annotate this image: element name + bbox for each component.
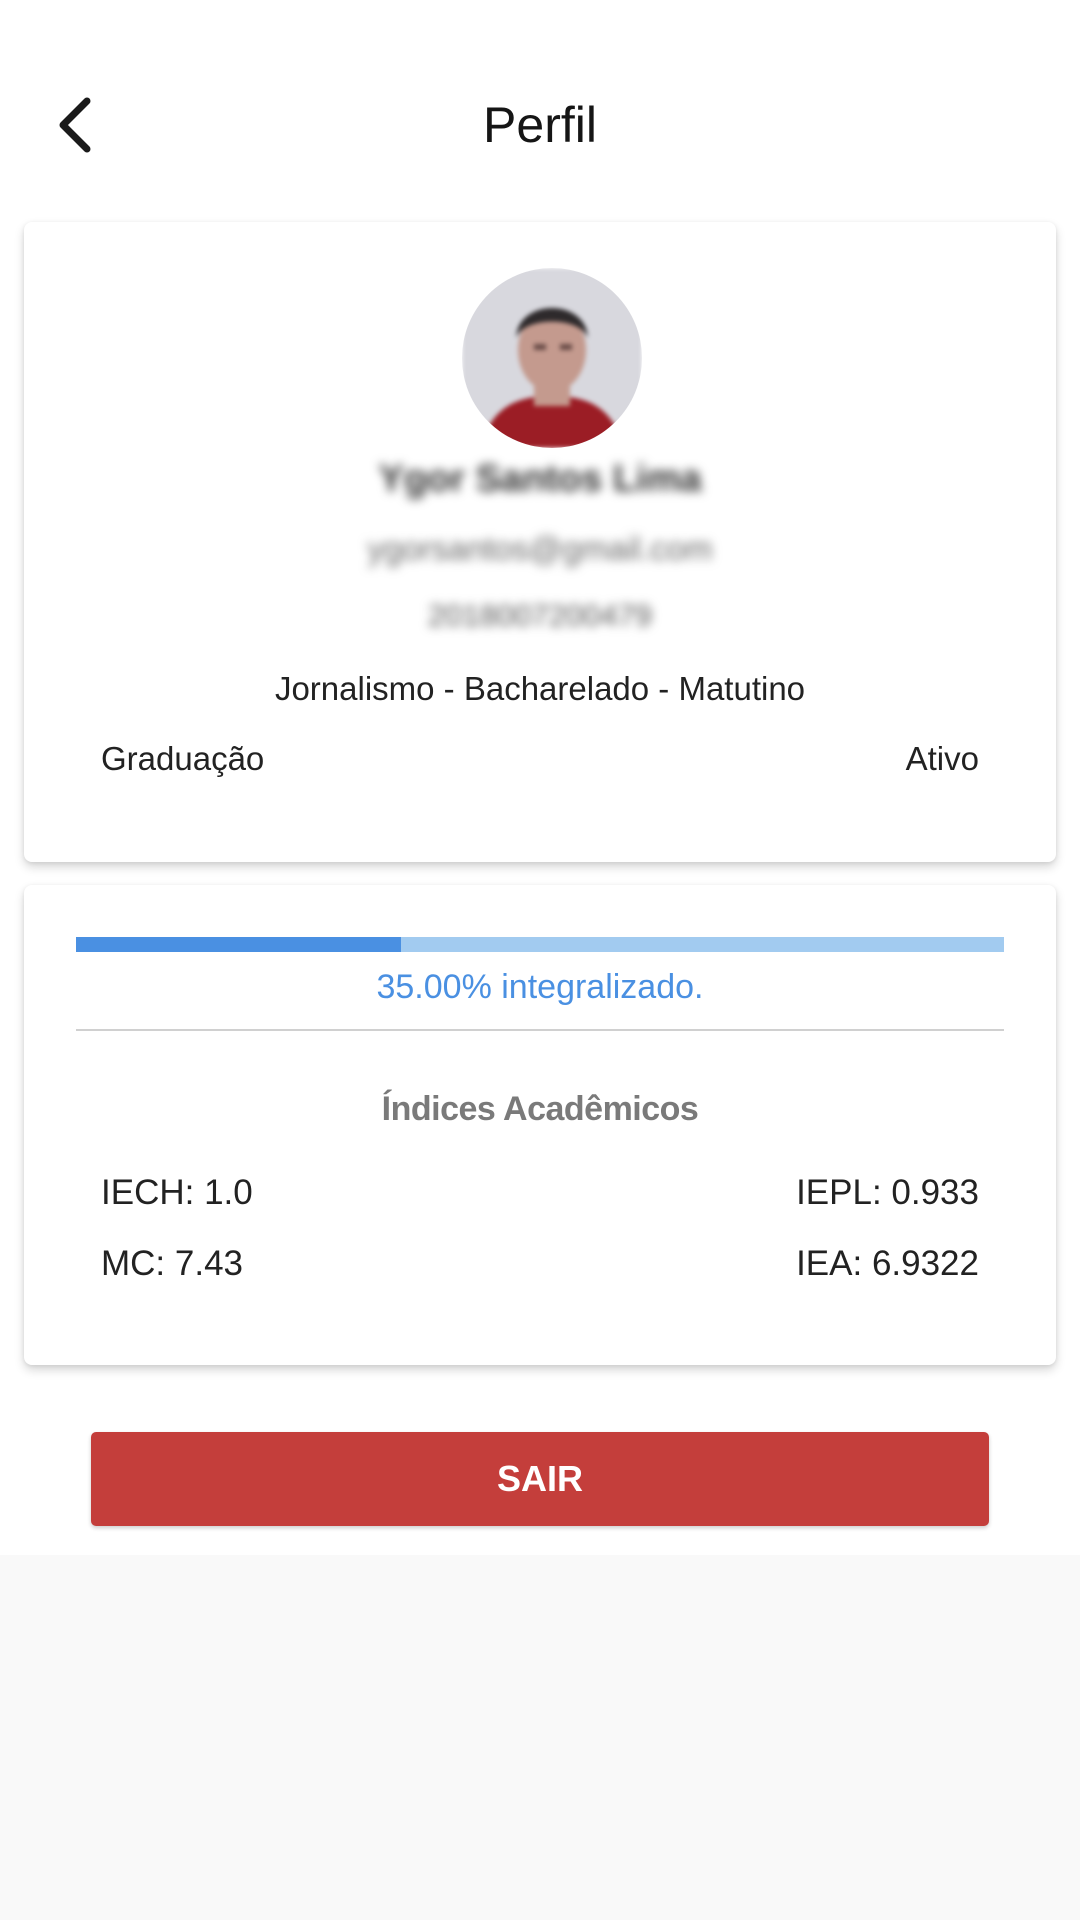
user-photo: [462, 268, 642, 448]
index-iepl: IEPL: 0.933: [796, 1173, 979, 1212]
avatar: [462, 268, 642, 448]
progress-bar: [76, 937, 1004, 952]
indices-title: Índices Acadêmicos: [381, 1090, 699, 1128]
progress-bar-fill: [76, 937, 401, 952]
progress-card: 35.00% integralizado. Índices Acadêmicos…: [24, 885, 1056, 1365]
app-header: Perfil: [0, 0, 1080, 200]
logout-button[interactable]: SAIR: [91, 1432, 989, 1526]
course-name: Jornalismo - Bacharelado - Matutino: [274, 670, 806, 707]
index-mc: MC: 7.43: [101, 1244, 243, 1283]
progress-label: 35.00% integralizado.: [376, 968, 704, 1006]
page-title: Perfil: [483, 97, 597, 153]
user-email: ygorsantos@gmail.com: [367, 530, 713, 567]
index-iea: IEA: 6.9322: [796, 1244, 979, 1283]
academic-level: Graduação: [101, 740, 265, 777]
enrollment-status: Ativo: [905, 740, 979, 777]
user-name: Ygor Santos Lima: [378, 458, 702, 500]
divider: [76, 1029, 1004, 1031]
profile-card: Ygor Santos Lima ygorsantos@gmail.com 20…: [24, 222, 1056, 862]
index-iech: IECH: 1.0: [101, 1173, 253, 1212]
user-registration: 2018007200479: [427, 598, 653, 633]
